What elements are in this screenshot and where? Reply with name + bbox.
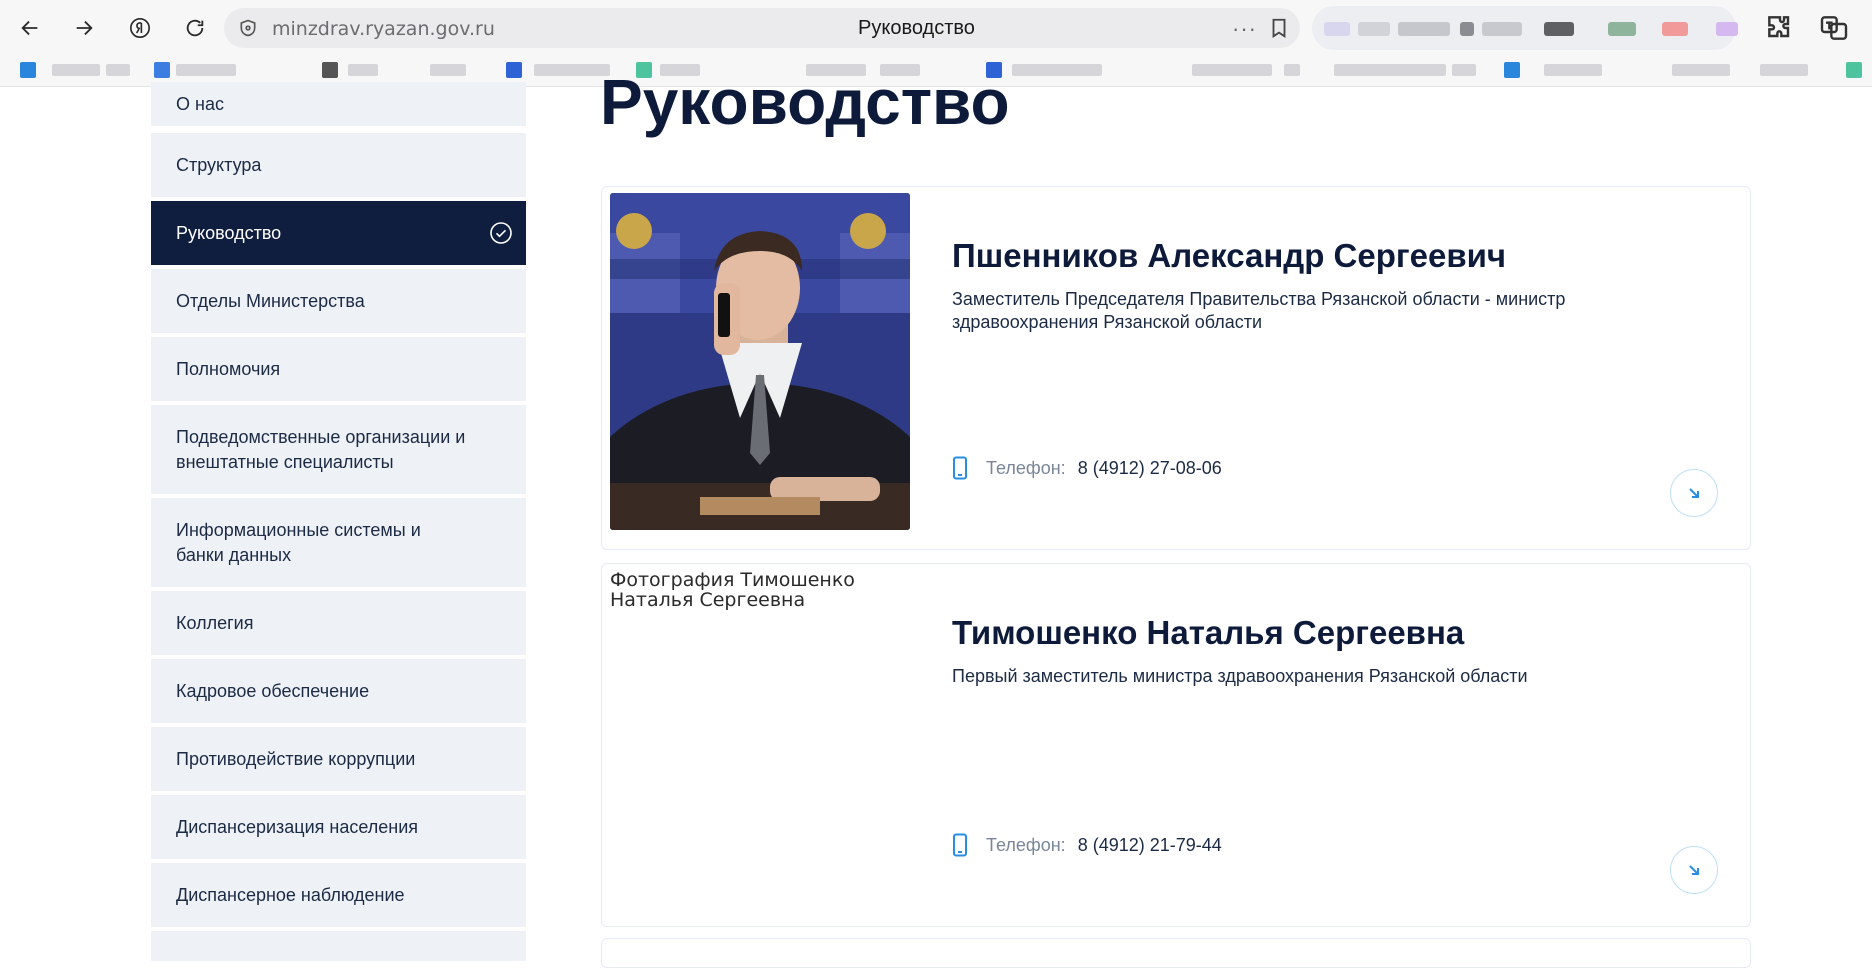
phone-number[interactable]: 8 (4912) 27-08-06	[1078, 458, 1222, 479]
sidebar-item-about[interactable]: О нас	[151, 82, 526, 126]
phone-icon	[953, 833, 967, 857]
sidebar-item-label: Кадровое обеспечение	[176, 680, 370, 701]
sidebar-item-info-systems[interactable]: Информационные системы и банки данных	[151, 498, 526, 587]
back-button[interactable]	[12, 10, 48, 46]
phone-row: Телефон: 8 (4912) 21-79-44	[952, 833, 1222, 857]
leader-photo	[610, 193, 910, 530]
arrow-right-icon	[76, 20, 93, 36]
sidebar-item-subordinate-orgs[interactable]: Подведомственные организации и внештатны…	[151, 405, 526, 494]
sidebar-item-powers[interactable]: Полномочия	[151, 337, 526, 401]
arrow-down-right-icon	[1689, 488, 1699, 498]
tab-page-title: Руководство	[858, 17, 975, 39]
sidebar-item-dispensary-observation[interactable]: Диспансерное наблюдение	[151, 863, 526, 927]
leader-card: Фотография Тимошенко Наталья Сергеевна Т…	[601, 563, 1751, 927]
phone-label: Телефон:	[986, 457, 1066, 478]
sidebar-item-collegium[interactable]: Коллегия	[151, 591, 526, 655]
broken-photo-alt-text: Фотография Тимошенко Наталья Сергеевна	[610, 569, 855, 611]
leader-name[interactable]: Пшенников Александр Сергеевич	[952, 237, 1506, 275]
leader-position: Первый заместитель министра здравоохране…	[952, 666, 1528, 686]
forward-button[interactable]	[66, 10, 102, 46]
reload-icon	[186, 19, 204, 37]
address-bar[interactable]: minzdrav.ryazan.gov.ru Руководство ···	[224, 8, 1300, 48]
shield-icon[interactable]	[238, 18, 258, 38]
sidebar-item-structure[interactable]: Структура	[151, 133, 526, 197]
portrait-image	[610, 193, 910, 530]
sidebar-item-label: Коллегия	[176, 612, 254, 633]
browser-toolbar: minzdrav.ryazan.gov.ru Руководство ···	[0, 0, 1872, 56]
check-circle-icon	[490, 222, 512, 244]
phone-number[interactable]: 8 (4912) 21-79-44	[1078, 835, 1222, 856]
sidebar-item-label: Руководство	[176, 222, 282, 243]
leader-position: Заместитель Председателя Правительства Р…	[952, 289, 1566, 332]
sidebar-item-label: О нас	[176, 93, 224, 114]
yandex-button[interactable]	[122, 10, 158, 46]
translate-icon	[1820, 16, 1848, 40]
sidebar-item-label: Структура	[176, 154, 262, 175]
open-profile-button[interactable]	[1670, 846, 1718, 894]
arrow-down-right-icon	[1689, 865, 1699, 875]
blurred-tabs-area	[1312, 6, 1738, 50]
open-profile-button[interactable]	[1670, 469, 1718, 517]
leader-card: Пшенников Александр Сергеевич Заместител…	[601, 186, 1751, 550]
page-title: Руководство	[600, 66, 1010, 138]
sidebar-item-departments[interactable]: Отделы Министерства	[151, 269, 526, 333]
extensions-button[interactable]	[1764, 12, 1796, 44]
sidebar-item-staffing[interactable]: Кадровое обеспечение	[151, 659, 526, 723]
sidebar-item-label: Противодействие коррупции	[176, 748, 416, 769]
url-domain: minzdrav.ryazan.gov.ru	[272, 18, 495, 40]
yandex-logo-icon	[130, 18, 150, 38]
translate-button[interactable]	[1818, 12, 1850, 44]
sidebar-item-label: Отделы Министерства	[176, 290, 365, 311]
bookmark-icon[interactable]	[1268, 17, 1290, 39]
sidebar-item-label: Диспансеризация населения	[176, 816, 419, 837]
sidebar-item-label: Информационные системы и банки данных	[176, 519, 421, 565]
puzzle-icon	[1768, 16, 1790, 38]
arrow-left-icon	[21, 20, 38, 36]
sidebar-item-anti-corruption[interactable]: Противодействие коррупции	[151, 727, 526, 791]
more-icon[interactable]: ···	[1232, 16, 1257, 42]
phone-row: Телефон: 8 (4912) 27-08-06	[952, 456, 1222, 480]
sidebar-item-label: Диспансерное наблюдение	[176, 884, 405, 905]
sidebar-item-next[interactable]	[151, 931, 526, 961]
sidebar-item-label: Полномочия	[176, 358, 281, 379]
sidebar-item-label: Подведомственные организации и внештатны…	[176, 426, 466, 472]
phone-icon	[953, 456, 967, 480]
reload-button[interactable]	[177, 10, 213, 46]
sidebar-item-leadership[interactable]: Руководство	[151, 201, 526, 265]
phone-label: Телефон:	[986, 834, 1066, 855]
sidebar-item-medical-checkup[interactable]: Диспансеризация населения	[151, 795, 526, 859]
leader-name[interactable]: Тимошенко Наталья Сергеевна	[952, 614, 1464, 652]
